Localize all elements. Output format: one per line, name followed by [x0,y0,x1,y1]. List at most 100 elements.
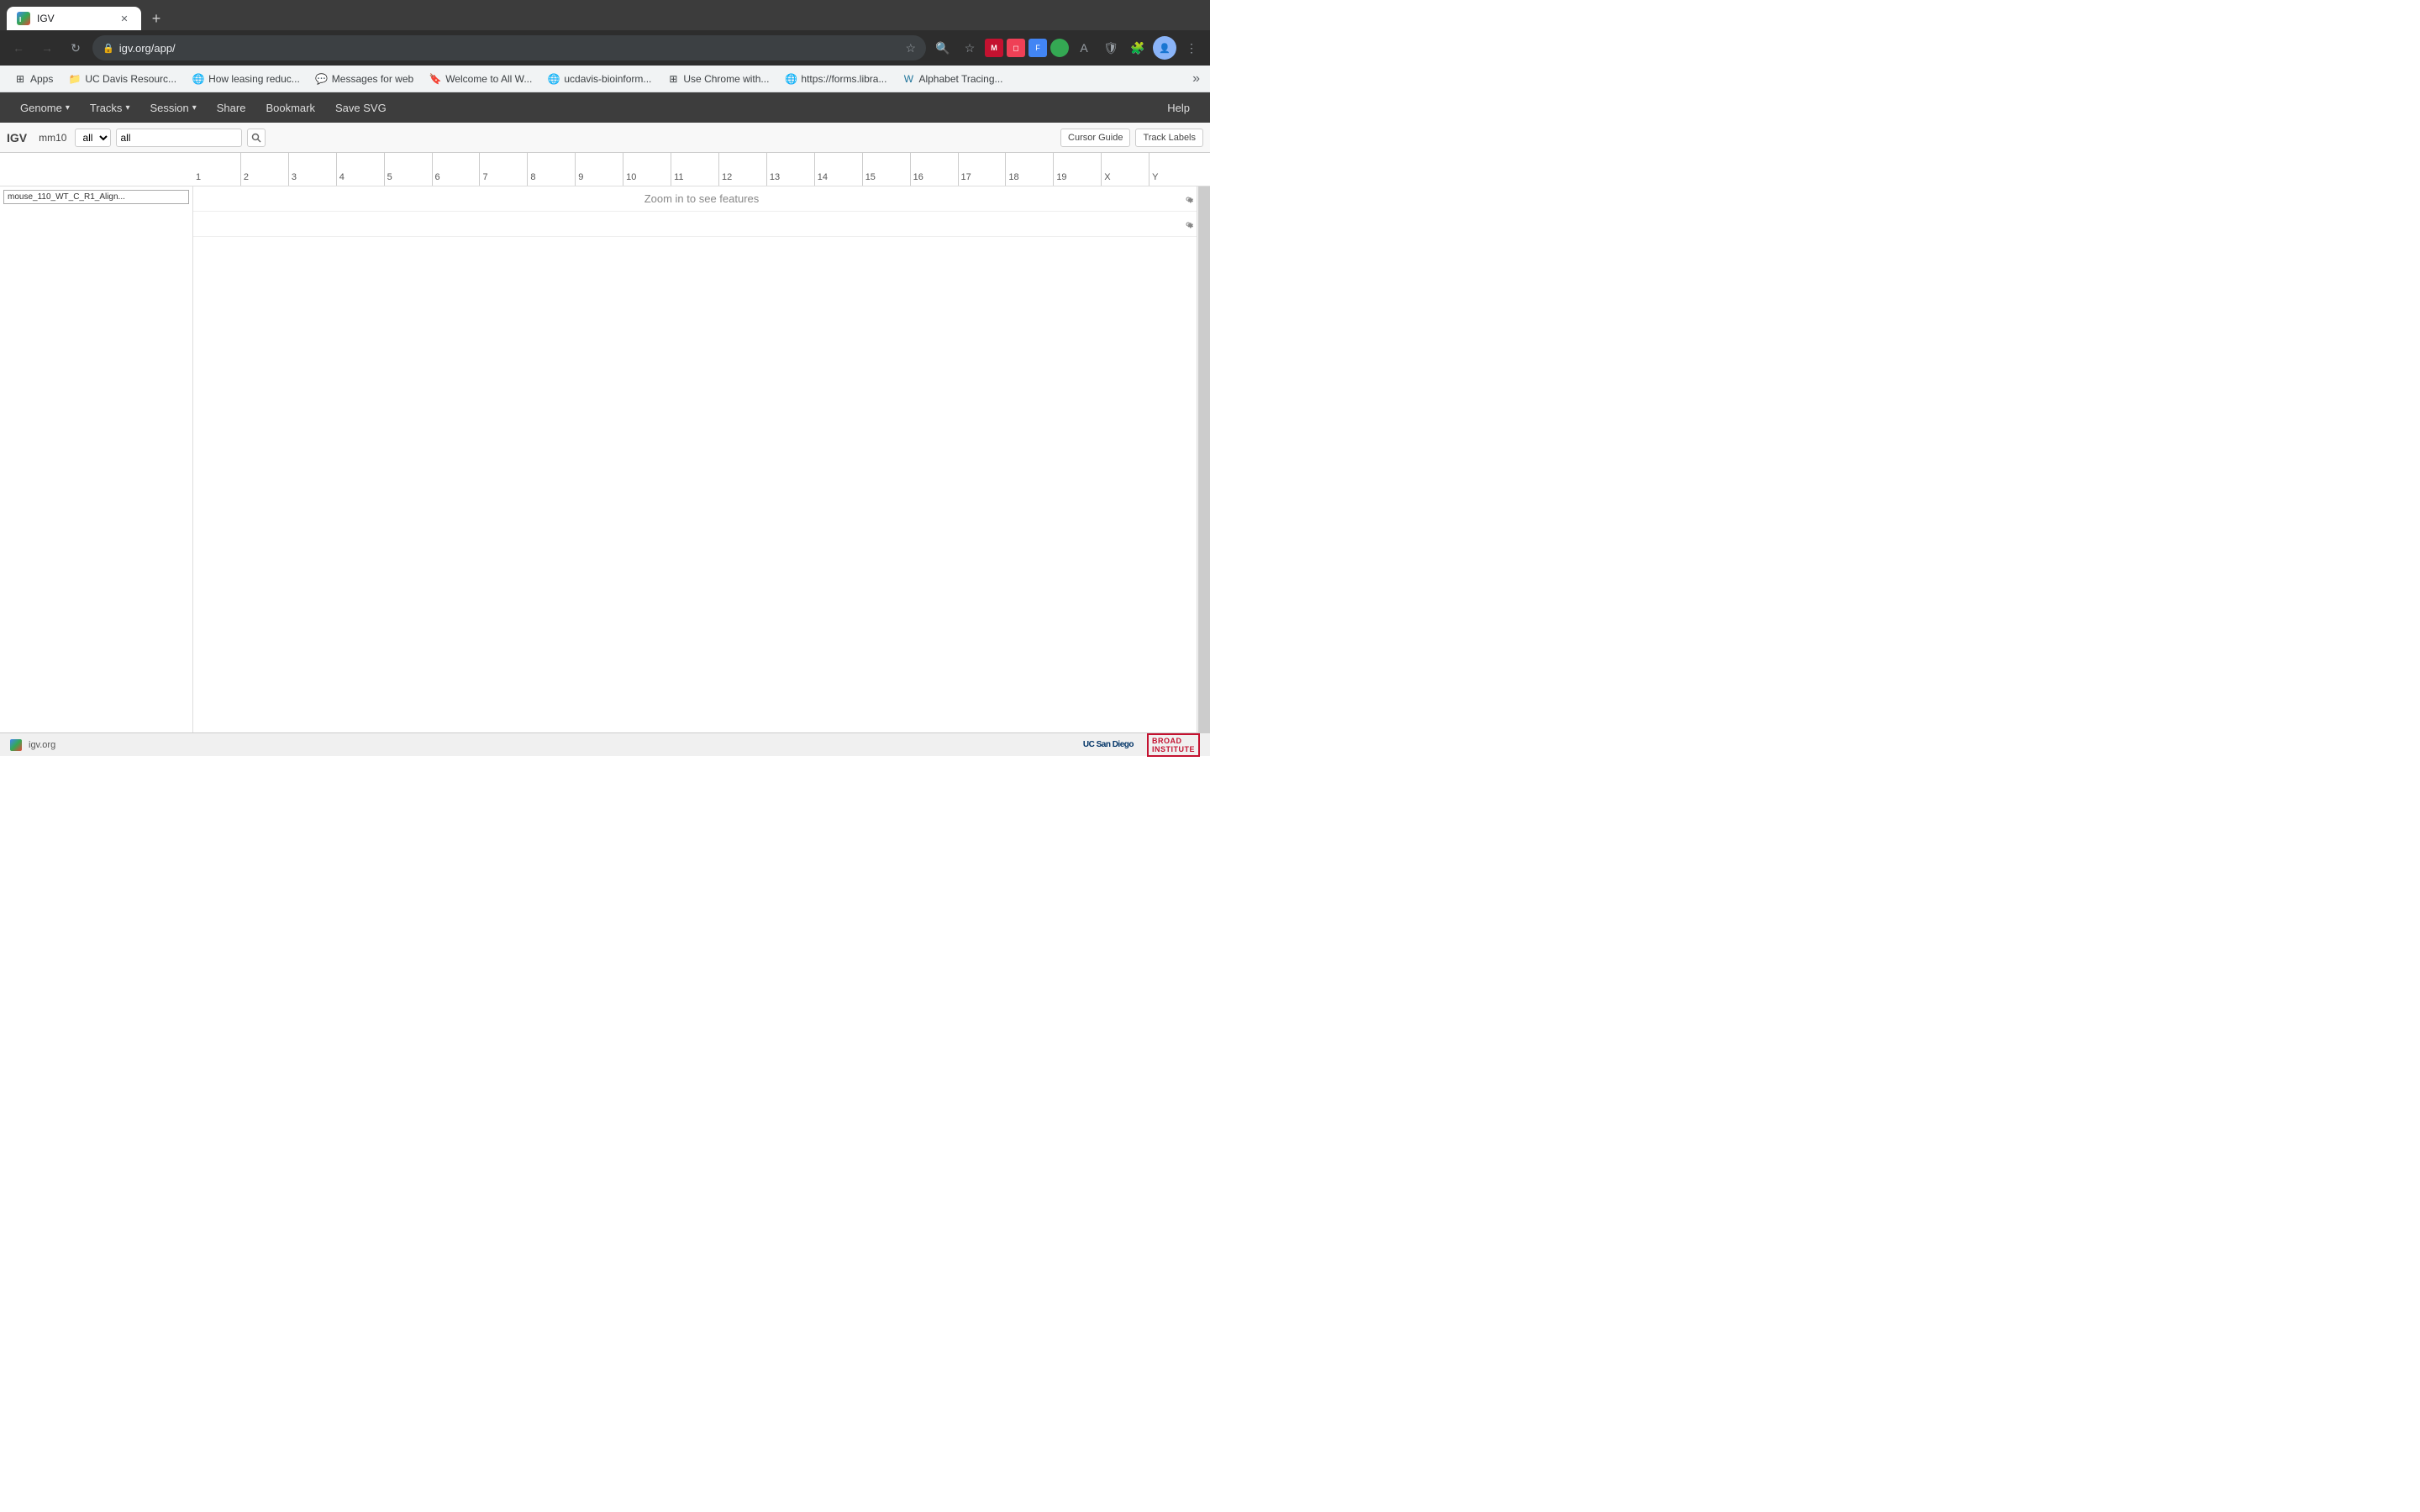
status-site: igv.org [29,740,55,750]
profile-button[interactable]: 👤 [1153,36,1176,60]
bookmark-forms-libra[interactable]: 🌐 https://forms.libra... [777,69,893,89]
status-bar: igv.org UC San Diego BROADINSTITUTE [0,732,1210,756]
session-menu[interactable]: Session ▾ [139,92,206,123]
bookmark-apps[interactable]: ⊞ Apps [7,69,60,89]
apps-grid-icon: ⊞ [13,72,27,86]
chr-11: 11 [671,153,718,186]
igv-logo: IGV [7,131,27,144]
help-button[interactable]: Help [1157,102,1200,114]
back-button[interactable]: ← [7,36,30,60]
track-label-column: mouse_110_WT_C_R1_Align... [0,186,193,732]
globe-icon-2: 🌐 [547,72,560,86]
track-gear-icon-0[interactable] [1180,186,1197,212]
translate-icon[interactable]: A [1072,36,1096,60]
tab-close-button[interactable]: ✕ [118,12,131,25]
messages-icon: 💬 [315,72,329,86]
chr-5: 5 [384,153,432,186]
star-button[interactable]: ☆ [958,36,981,60]
bookmark-menu-label: Bookmark [266,102,315,114]
chr-2: 2 [240,153,288,186]
globe-icon-1: 🌐 [192,72,205,86]
tracks-chevron-icon: ▾ [125,103,129,113]
active-tab[interactable]: I IGV ✕ [7,7,141,30]
bookmark-messages-label: Messages for web [332,73,413,85]
track-label-0: mouse_110_WT_C_R1_Align... [3,190,189,204]
bookmark-forms-libra-label: https://forms.libra... [801,73,886,85]
bookmark-how-leasing[interactable]: 🌐 How leasing reduc... [185,69,307,89]
genome-menu[interactable]: Genome ▾ [10,92,80,123]
track-area: mouse_110_WT_C_R1_Align... Zoom in to se… [0,186,1210,732]
chr-18: 18 [1005,153,1053,186]
bookmark-messages[interactable]: 💬 Messages for web [308,69,420,89]
track-content-column: Zoom in to see features [193,186,1210,732]
scrollbar-thumb[interactable] [1198,186,1210,732]
address-bar: ← → ↻ 🔒 igv.org/app/ ☆ 🔍 ☆ M ◻ F A 🛡 🧩 👤… [0,30,1210,66]
vertical-scrollbar[interactable] [1197,186,1210,732]
track-row-0: Zoom in to see features [193,186,1210,212]
new-tab-button[interactable]: + [145,7,168,30]
session-chevron-icon: ▾ [192,103,197,113]
ucsd-text: UC San Diego [1083,740,1134,749]
security-lock-icon: 🔒 [103,43,114,54]
bookmark-apps-label: Apps [30,73,53,85]
bookmark-uc-davis[interactable]: 📁 UC Davis Resourc... [61,69,183,89]
tab-title: IGV [37,13,111,24]
ucsd-logo: UC San Diego [1083,740,1134,749]
save-svg-menu[interactable]: Save SVG [325,92,397,123]
chromosome-select[interactable]: all [75,129,111,147]
ext-green-icon[interactable] [1050,39,1069,57]
igv-app: Genome ▾ Tracks ▾ Session ▾ Share Bookma… [0,92,1210,732]
tab-favicon: I [17,12,30,25]
chr-X: X [1101,153,1149,186]
tracks-menu[interactable]: Tracks ▾ [80,92,140,123]
ext-pocket-icon[interactable]: ◻ [1007,39,1025,57]
track-labels-button[interactable]: Track Labels [1135,129,1203,147]
genome-menu-label: Genome [20,102,62,114]
ext-blue-icon[interactable]: F [1028,39,1047,57]
star-icon[interactable]: ☆ [905,41,916,55]
reload-button[interactable]: ↻ [64,36,87,60]
search-button[interactable] [247,129,266,147]
status-left: igv.org [10,739,55,751]
genome-label: mm10 [39,132,66,144]
globe-icon-3: 🌐 [784,72,797,86]
wp-icon: W [902,72,915,86]
puzzle-icon[interactable]: 🧩 [1126,36,1150,60]
url-bar[interactable]: 🔒 igv.org/app/ ☆ [92,35,926,60]
track-gear-icon-1[interactable] [1180,212,1197,237]
zoom-message: Zoom in to see features [644,192,760,205]
broad-text: BROADINSTITUTE [1152,737,1195,753]
forward-button[interactable]: → [35,36,59,60]
address-actions: 🔍 ☆ M ◻ F A 🛡 🧩 👤 ⋮ [931,36,1203,60]
bookmarks-bar: ⊞ Apps 📁 UC Davis Resourc... 🌐 How leasi… [0,66,1210,92]
share-menu-label: Share [217,102,246,114]
tab-bar: I IGV ✕ + [0,0,1210,30]
chr-16: 16 [910,153,958,186]
bookmark-welcome[interactable]: 🔖 Welcome to All W... [422,69,539,89]
chr-1: 1 [193,153,240,186]
status-favicon [10,739,22,751]
bookmark-alphabet[interactable]: W Alphabet Tracing... [895,69,1009,89]
search-icon[interactable]: 🔍 [931,36,955,60]
svg-text:I: I [19,16,21,24]
igv-content: 1 2 3 4 5 6 7 8 9 10 11 12 13 14 15 16 1… [0,153,1210,732]
menu-button[interactable]: ⋮ [1180,36,1203,60]
chr-4: 4 [336,153,384,186]
bookmark-uc-davis-label: UC Davis Resourc... [85,73,176,85]
tracks-menu-label: Tracks [90,102,123,114]
bookmarks-more-button[interactable]: » [1189,68,1203,90]
bookmark-menu[interactable]: Bookmark [255,92,325,123]
shield-icon[interactable]: 🛡 [1099,36,1123,60]
locus-input[interactable] [116,129,242,147]
save-svg-menu-label: Save SVG [335,102,387,114]
cursor-guide-button[interactable]: Cursor Guide [1060,129,1130,147]
track-gear-column [1180,186,1197,237]
status-right: UC San Diego BROADINSTITUTE [1083,733,1200,757]
bookmark-use-chrome[interactable]: ⊞ Use Chrome with... [660,69,776,89]
ext-red-icon[interactable]: M [985,39,1003,57]
chr-3: 3 [288,153,336,186]
igv-menubar: Genome ▾ Tracks ▾ Session ▾ Share Bookma… [0,92,1210,123]
share-menu[interactable]: Share [207,92,256,123]
chr-19: 19 [1053,153,1101,186]
bookmark-ucdavis-bio[interactable]: 🌐 ucdavis-bioinform... [540,69,658,89]
